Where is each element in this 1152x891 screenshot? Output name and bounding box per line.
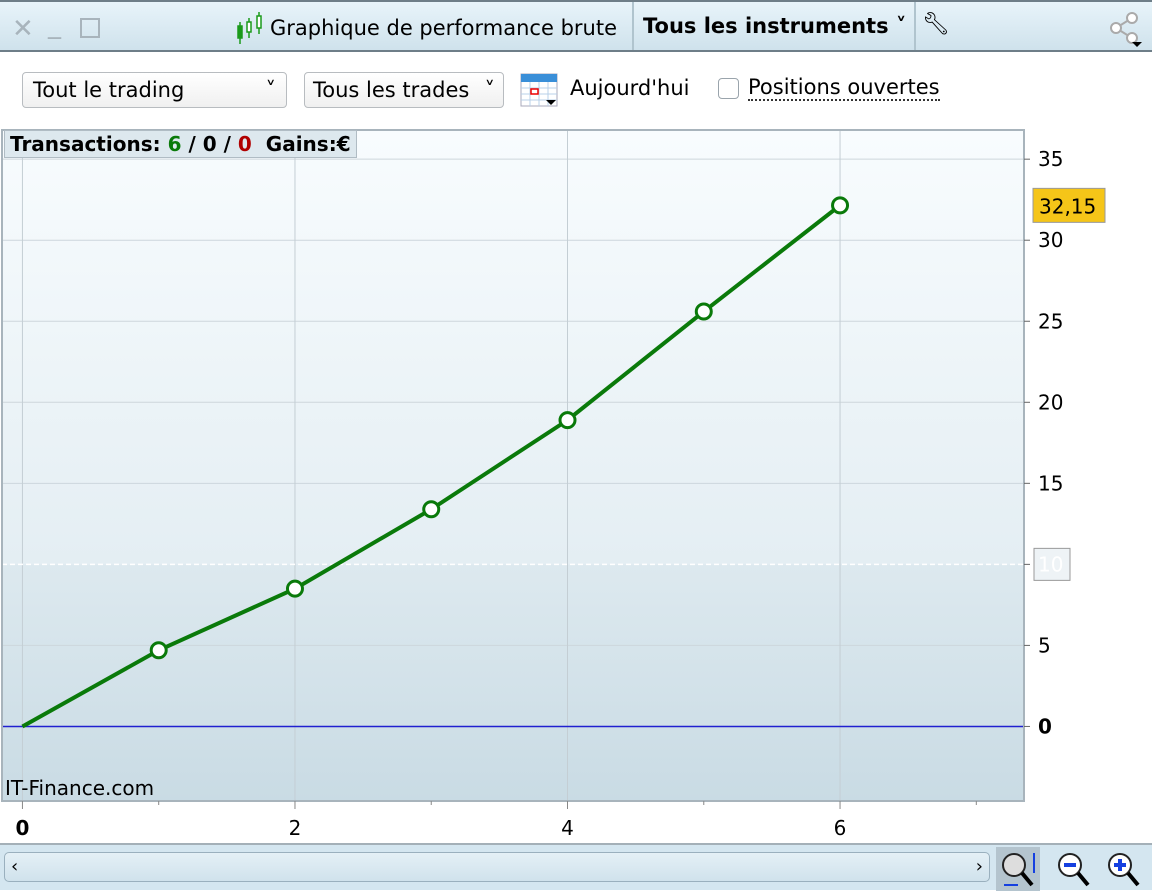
- zoom-fit-button[interactable]: [996, 847, 1040, 891]
- plot-background-lower: [2, 564, 1024, 801]
- x-tick-label: 4: [561, 816, 574, 840]
- neutral-count: 0: [202, 132, 217, 156]
- y-tick-label: 15: [1038, 471, 1063, 495]
- performance-chart: 0 5 10 15 20 25 30 35 0 2 4 6 32,15 IT-Finance.com: [1, 129, 1106, 840]
- x-tick-label: 0: [15, 816, 29, 840]
- data-point: [831, 196, 850, 215]
- open-positions-label[interactable]: Positions ouvertes: [748, 75, 940, 101]
- zoom-in-icon: [1108, 853, 1140, 887]
- scroll-right-button[interactable]: ›: [976, 856, 983, 877]
- y-tick-label: 20: [1038, 390, 1063, 414]
- zoom-out-icon: [1058, 853, 1090, 887]
- scroll-left-button[interactable]: ‹: [11, 856, 18, 877]
- y-tick-label: 25: [1038, 309, 1063, 333]
- x-tick-label: 2: [289, 816, 302, 840]
- y-tick-label: 35: [1038, 147, 1063, 171]
- scroll-track[interactable]: ‹ ›: [4, 852, 990, 882]
- trades-select[interactable]: Tous les trades ˅: [304, 72, 504, 108]
- data-point: [558, 411, 577, 430]
- transactions-summary: Transactions: 6 / 0 / 0 Gains:€: [4, 130, 357, 158]
- calendar-icon[interactable]: [520, 68, 560, 108]
- plot-background-upper: [2, 130, 1024, 565]
- loss-count: 0: [237, 132, 252, 156]
- x-tick-label: 6: [834, 816, 847, 840]
- maximize-icon[interactable]: [80, 18, 100, 38]
- title-bar: ✕ _ Graphique de performance brute Tous …: [0, 0, 1152, 52]
- data-point: [694, 302, 713, 321]
- data-point: [285, 579, 304, 598]
- zoom-in-button[interactable]: [1102, 847, 1146, 891]
- data-point: [422, 500, 441, 519]
- minimize-icon[interactable]: _: [48, 10, 61, 40]
- horizontal-scrollbar[interactable]: ‹ ›: [0, 843, 1152, 891]
- window-title: Graphique de performance brute: [236, 12, 617, 44]
- y-tick-label: 30: [1038, 228, 1063, 252]
- open-positions-checkbox[interactable]: [718, 78, 739, 99]
- total-count: 6: [167, 132, 182, 156]
- wrench-icon[interactable]: 🔧︎: [922, 12, 950, 37]
- title-text: Graphique de performance brute: [270, 16, 618, 40]
- y-tick-label: 5: [1038, 633, 1051, 657]
- data-point: [149, 641, 168, 660]
- last-value-label: 32,15: [1039, 194, 1096, 218]
- candlestick-icon: [237, 12, 262, 44]
- y-tick-label: 10: [1038, 552, 1063, 576]
- date-label[interactable]: Aujourd'hui: [570, 76, 690, 100]
- close-icon[interactable]: ✕: [12, 14, 34, 44]
- scope-select[interactable]: Tout le trading ˅: [22, 72, 287, 108]
- watermark: IT-Finance.com: [5, 776, 154, 800]
- y-tick-label: 0: [1038, 714, 1052, 738]
- share-icon[interactable]: [1106, 8, 1150, 48]
- zoom-out-button[interactable]: [1052, 847, 1096, 891]
- instrument-selector[interactable]: Tous les instruments ˅: [643, 14, 906, 38]
- zoom-fit-icon: [1002, 853, 1035, 887]
